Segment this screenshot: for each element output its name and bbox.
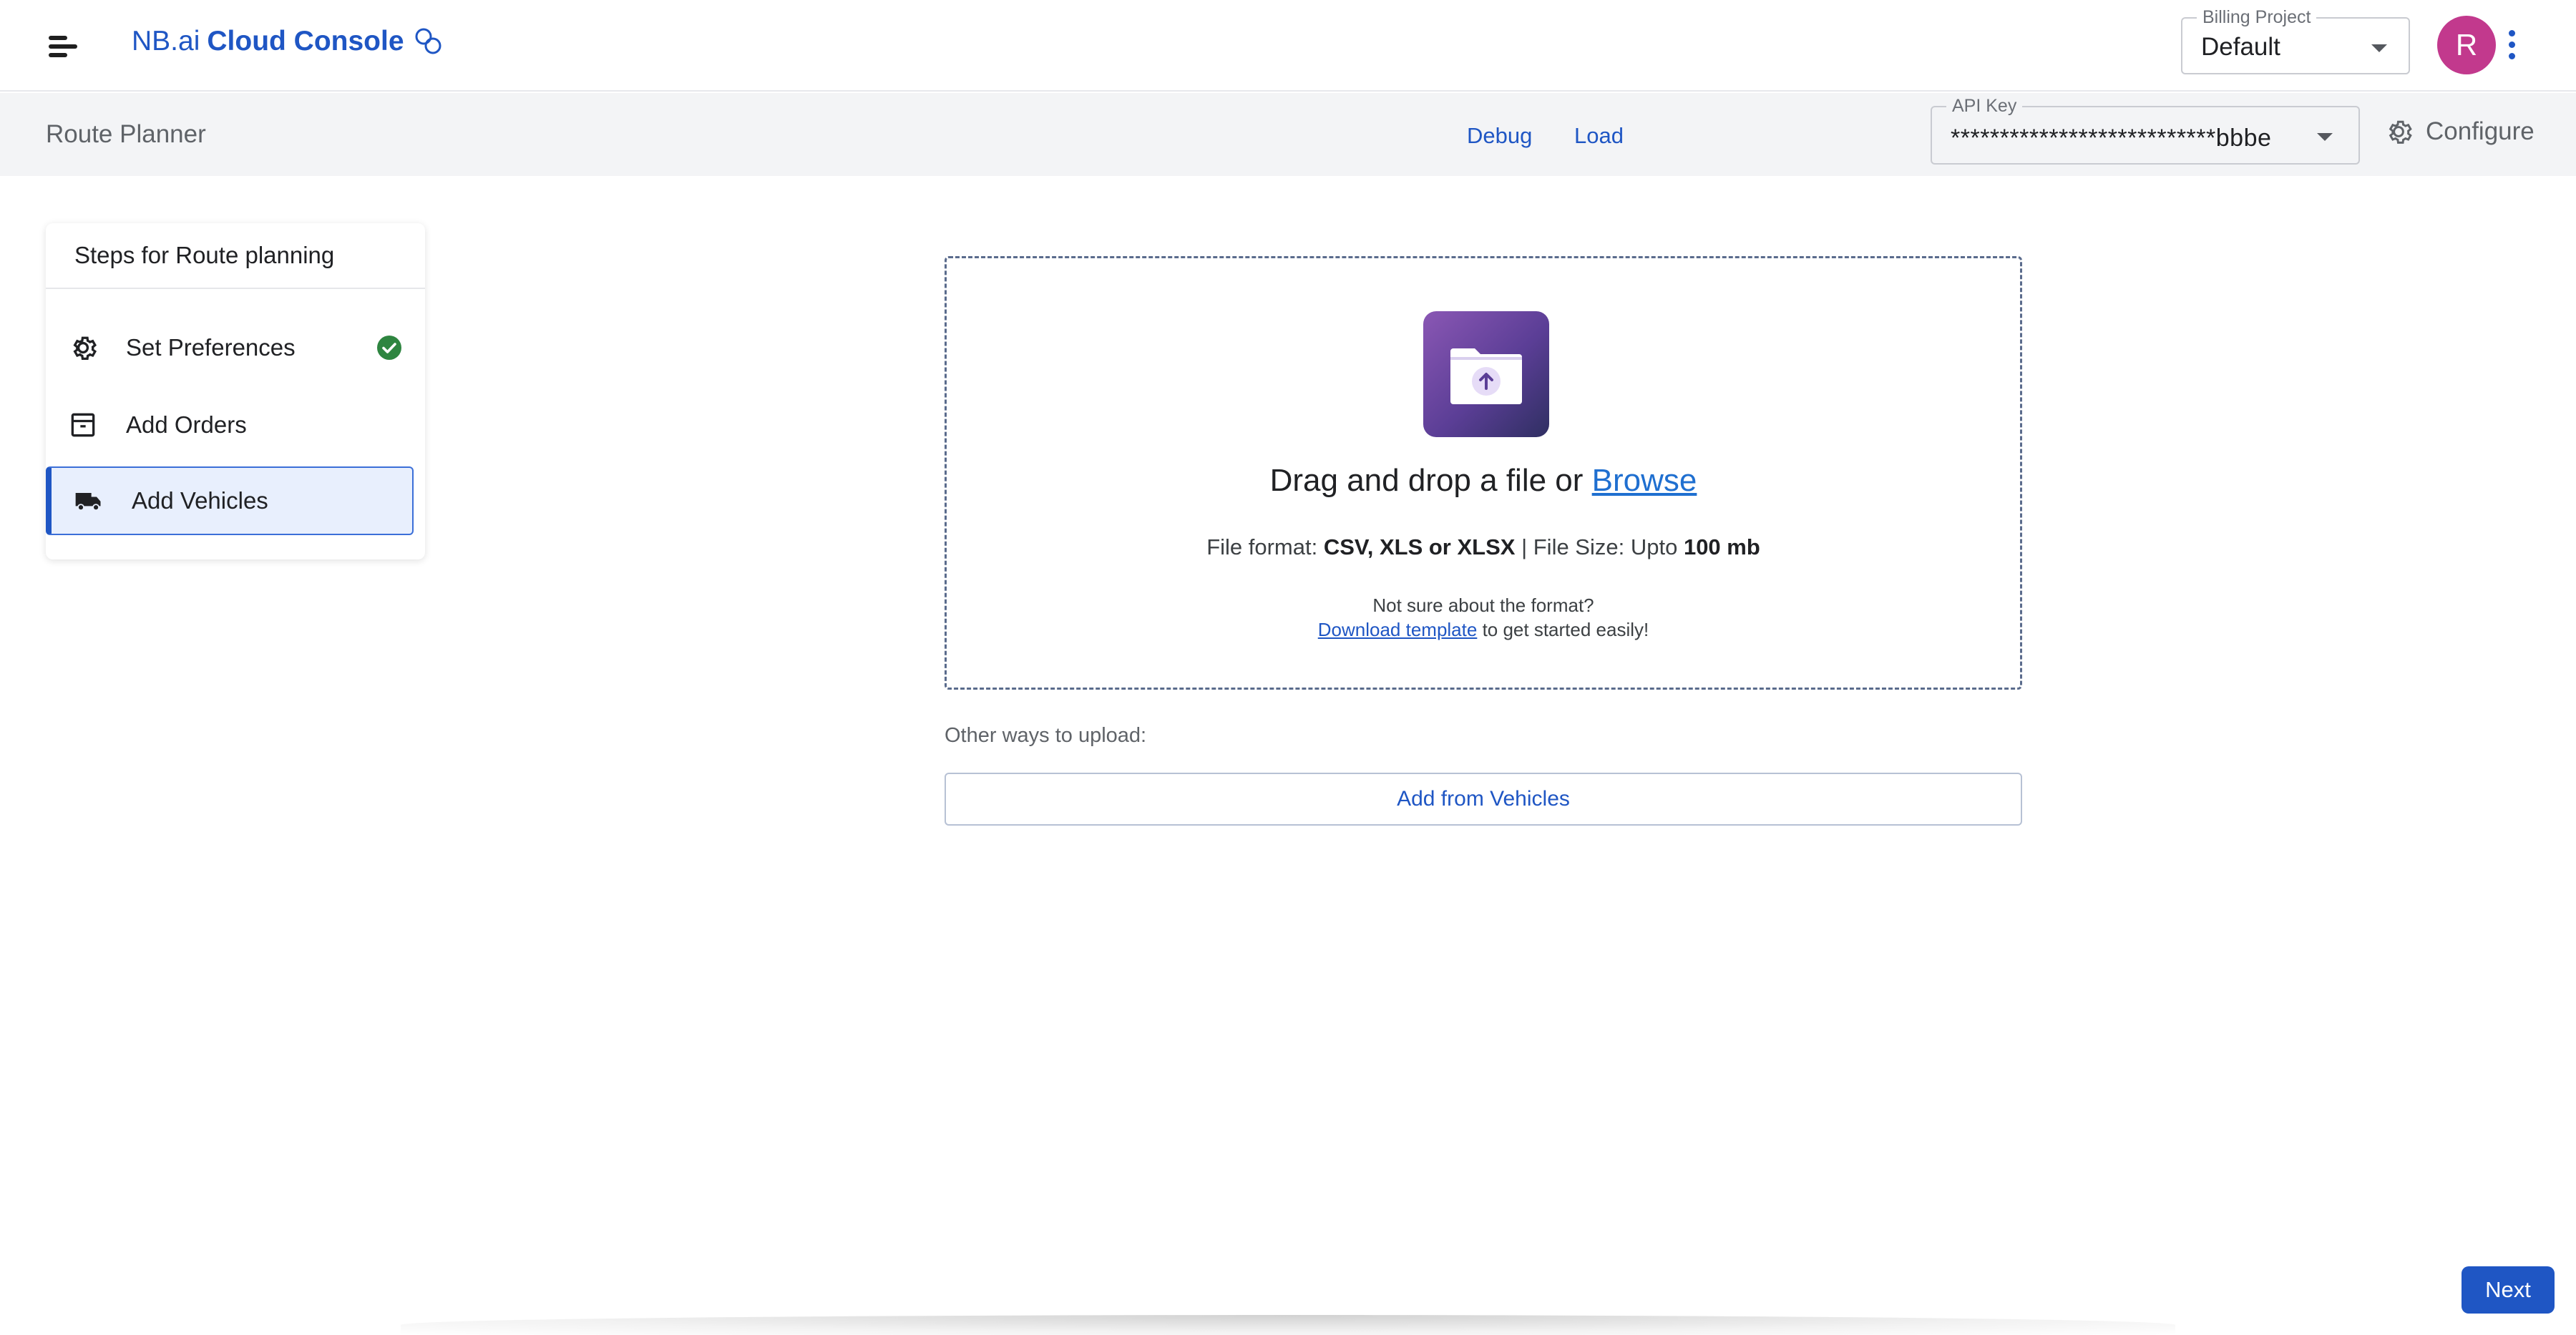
check-circle-icon [377,336,401,360]
brand-name: Cloud Console [207,26,404,57]
next-button[interactable]: Next [2462,1266,2555,1314]
file-format-info: File format: CSV, XLS or XLSX | File Siz… [947,534,2020,560]
size-prefix: | File Size: Upto [1521,534,1678,559]
step-label: Add Vehicles [132,487,268,514]
template-note: Not sure about the format? Download temp… [947,593,2020,642]
gear-icon [2389,120,2412,144]
format-types: CSV, XLS or XLSX [1323,534,1516,559]
folder-upload-icon [1423,311,1549,437]
steps-heading: Steps for Route planning [46,223,425,289]
configure-button[interactable]: Configure [2383,116,2534,147]
billing-project-value: Default [2201,33,2280,61]
dropzone-title-text: Drag and drop a file or [1269,463,1584,498]
step-label: Add Orders [126,411,247,438]
debug-link[interactable]: Debug [1467,123,1532,149]
brand-prefix: NB.ai [132,26,200,57]
dropdown-caret-icon [2317,133,2333,141]
load-link[interactable]: Load [1574,123,1624,149]
brand-logo[interactable]: NB.ai Cloud Console [132,26,444,57]
steps-panel: Steps for Route planning Set Preferences… [46,223,425,559]
menu-icon[interactable] [49,34,77,57]
top-header: NB.ai Cloud Console Billing Project Defa… [0,0,2576,92]
step-add-orders[interactable]: Add Orders [46,389,425,461]
truck-icon [75,493,101,512]
configure-label: Configure [2426,117,2534,145]
billing-project-select[interactable]: Billing Project Default [2181,7,2410,74]
api-key-select[interactable]: API Key ***************************bbbe [1931,96,2360,165]
step-set-preferences[interactable]: Set Preferences [46,312,425,383]
step-label: Set Preferences [126,334,296,361]
api-key-value: ***************************bbbe [1951,124,2272,152]
template-note-suffix: to get started easily! [1482,619,1649,640]
sub-header: Route Planner Debug Load API Key *******… [0,93,2576,176]
avatar[interactable]: R [2437,16,2496,74]
other-ways-label: Other ways to upload: [945,724,1147,747]
archive-box-icon [71,413,95,437]
more-options-icon[interactable] [2506,30,2517,60]
api-key-label: API Key [1946,96,2023,117]
link-icon [415,28,441,54]
add-from-vehicles-button[interactable]: Add from Vehicles [945,773,2022,826]
template-note-line1: Not sure about the format? [1372,595,1594,616]
browse-link[interactable]: Browse [1592,463,1697,498]
step-add-vehicles[interactable]: Add Vehicles [46,466,414,535]
download-template-link[interactable]: Download template [1318,619,1478,640]
bottom-drawer-shadow [401,1315,2175,1335]
format-prefix: File format: [1206,534,1318,559]
page-title: Route Planner [46,120,206,148]
dropzone-title: Drag and drop a file or Browse [947,463,2020,499]
file-dropzone[interactable]: Drag and drop a file or Browse File form… [945,256,2022,690]
size-value: 100 mb [1683,534,1760,559]
billing-project-label: Billing Project [2197,7,2317,28]
gear-icon [73,336,97,361]
dropdown-caret-icon [2371,44,2387,52]
